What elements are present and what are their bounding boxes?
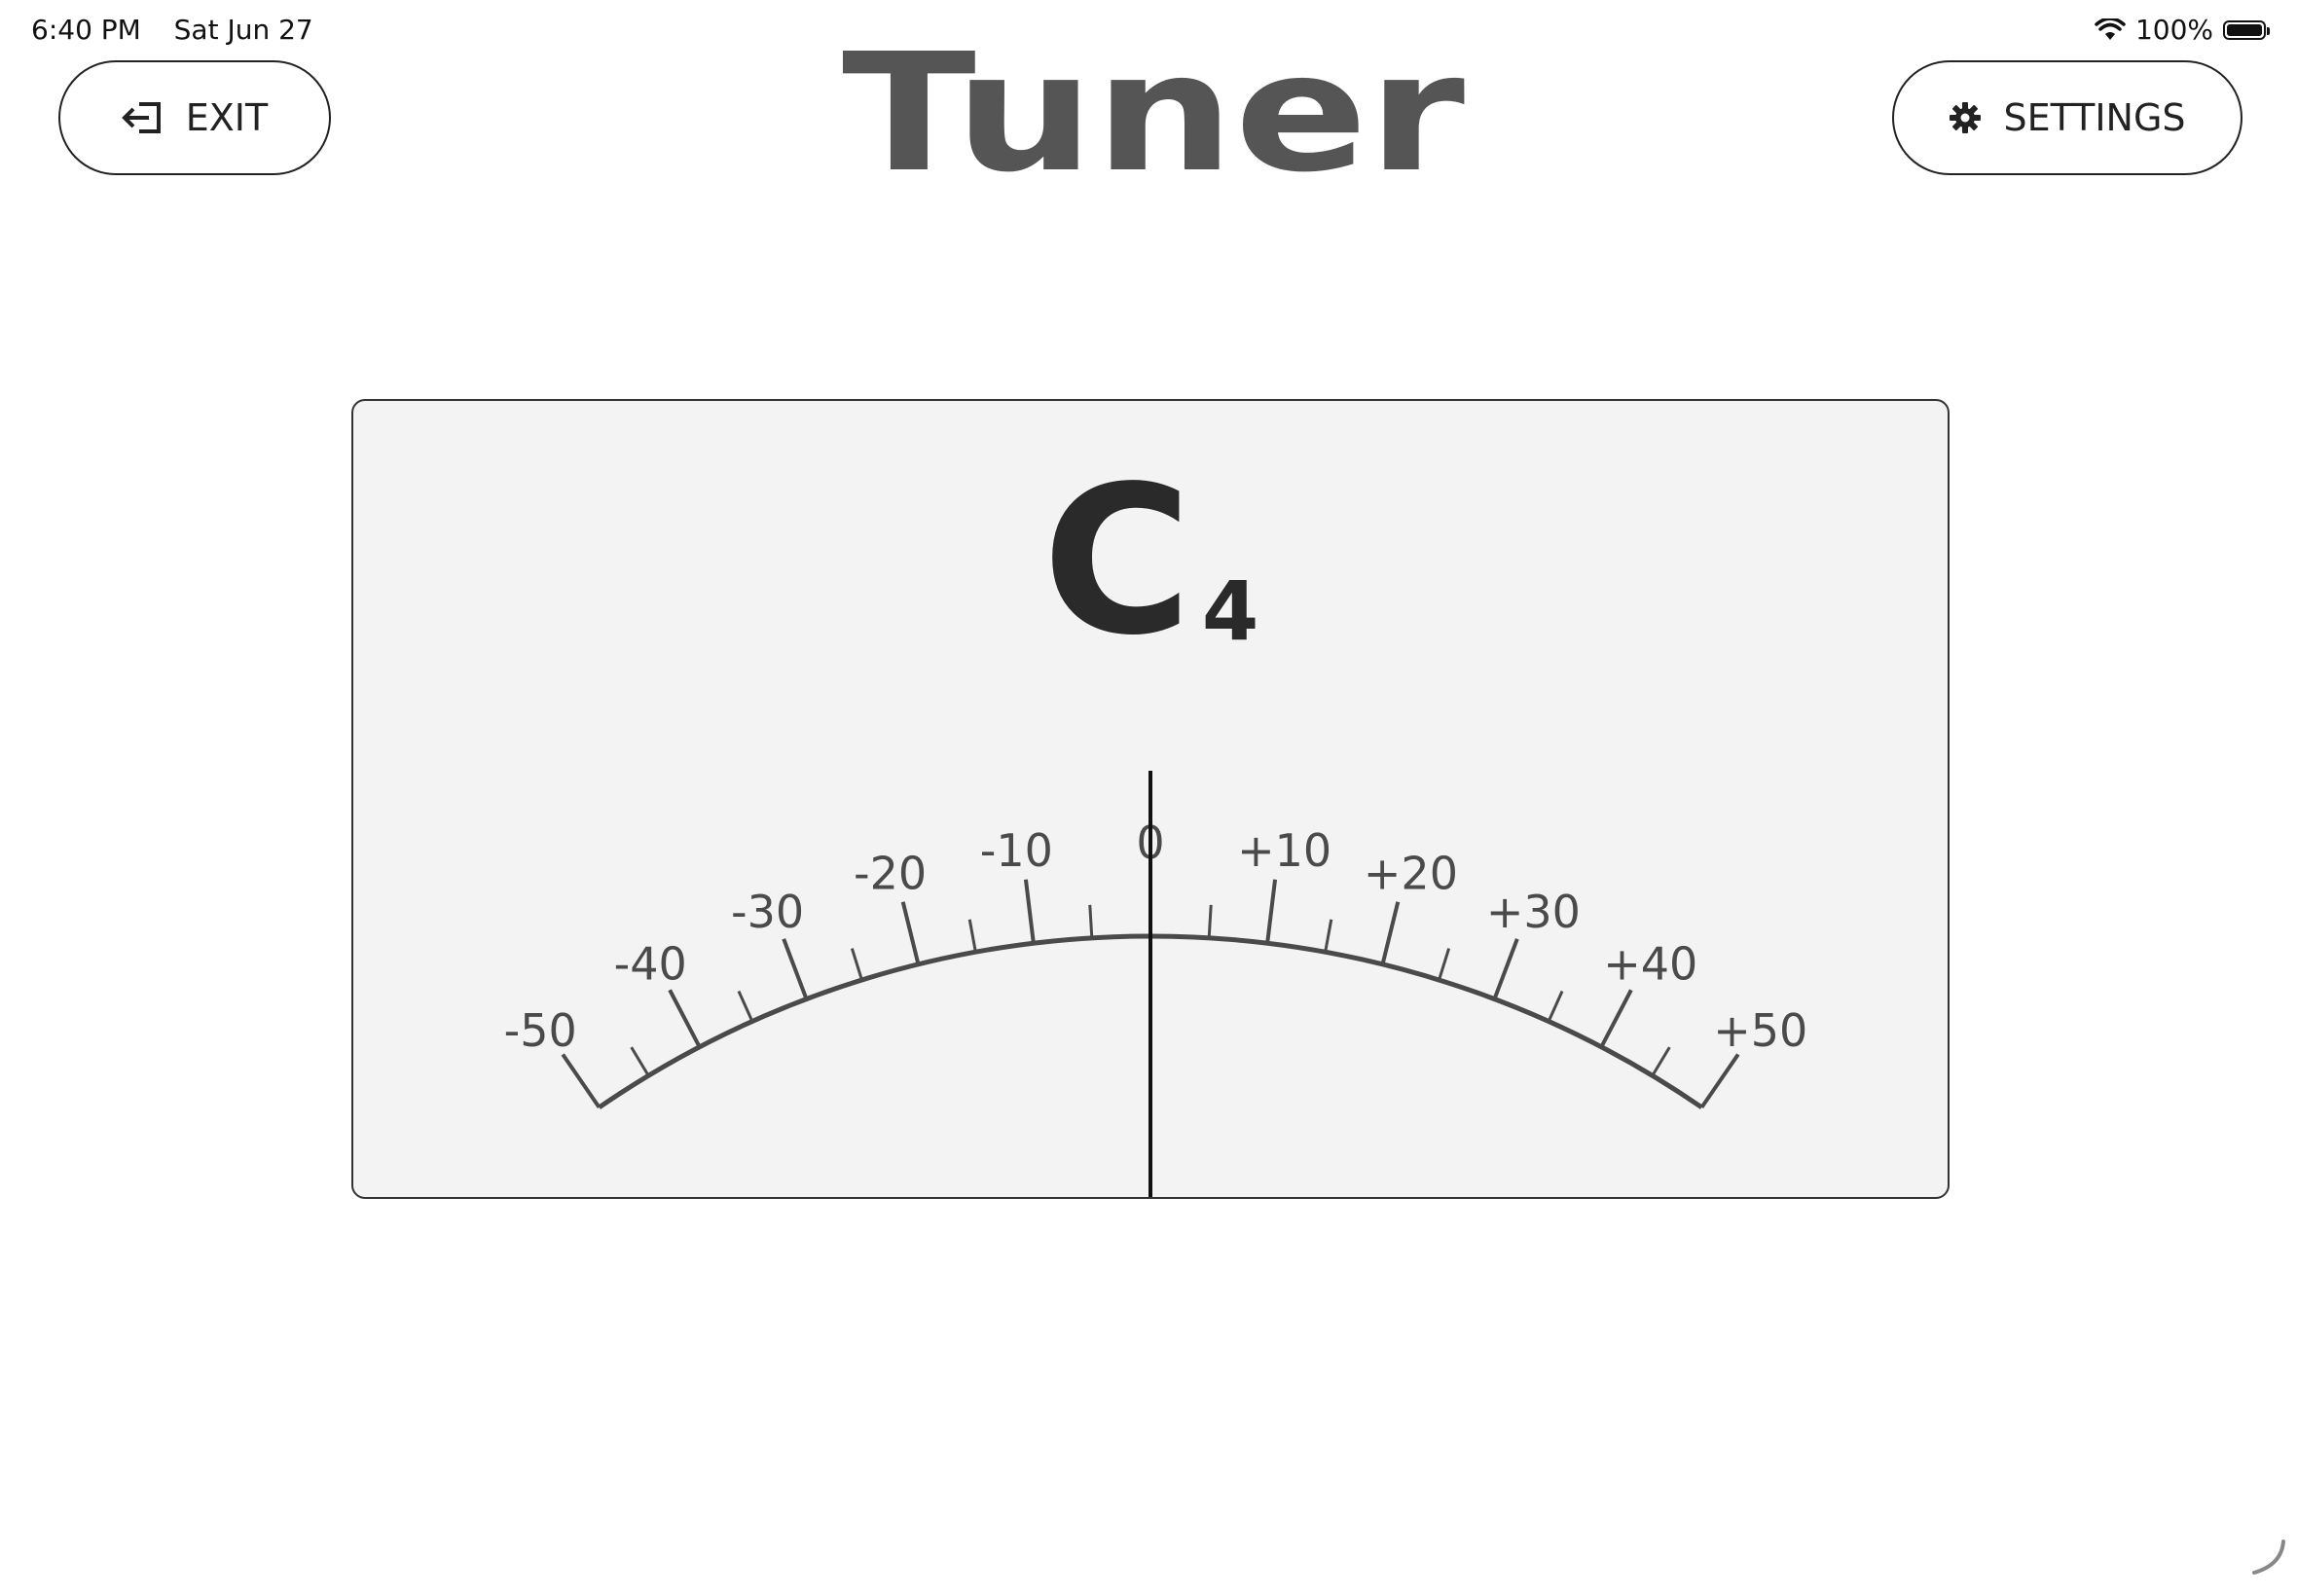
gauge-minor-tick (1088, 904, 1094, 938)
battery-icon (2223, 19, 2270, 40)
gauge-major-tick (1023, 879, 1036, 944)
gauge-label: -20 (854, 848, 927, 900)
gauge-minor-tick (1207, 904, 1213, 938)
loading-spinner-icon (2252, 1540, 2285, 1575)
exit-icon (121, 102, 161, 133)
gauge-major-tick (668, 989, 702, 1048)
gauge-major-tick (1265, 879, 1278, 944)
gauge-label: +20 (1364, 848, 1458, 900)
status-indicators: 100% (2095, 14, 2270, 46)
app-title: Tuner (842, 51, 1465, 177)
gauge-label: -50 (504, 1004, 577, 1057)
exit-label: EXIT (185, 96, 269, 139)
battery-percent: 100% (2134, 14, 2213, 46)
status-date: Sat Jun 27 (173, 14, 313, 46)
app-title-text: Tuner (842, 51, 1465, 177)
gauge-major-tick (782, 938, 809, 1000)
tuner-panel: C 4 -50-40-30-20-100+10+20+30+40+50 (351, 399, 1950, 1199)
gauge-minor-tick (737, 990, 754, 1023)
gauge-major-tick (1599, 989, 1633, 1048)
settings-button[interactable]: SETTINGS (1892, 60, 2242, 175)
settings-label: SETTINGS (2003, 96, 2186, 139)
status-time-date: 6:40 PM Sat Jun 27 (31, 14, 313, 46)
gauge-label: +50 (1713, 1004, 1807, 1057)
gauge-major-tick (1492, 938, 1519, 1000)
gauge-label: +30 (1486, 886, 1581, 938)
gauge-major-tick (900, 901, 921, 965)
gauge-minor-tick (1438, 948, 1451, 981)
gauge-label: -10 (980, 824, 1053, 877)
wifi-icon (2095, 18, 2126, 40)
gauge-minor-tick (630, 1046, 650, 1077)
gauge-major-tick (561, 1053, 602, 1109)
gauge-label: +10 (1237, 824, 1331, 877)
gauge-minor-tick (967, 919, 977, 953)
gauge-major-tick (1380, 901, 1401, 965)
status-time: 6:40 PM (31, 14, 141, 46)
gauge-minor-tick (1547, 990, 1564, 1023)
gauge-minor-tick (1651, 1046, 1671, 1077)
gauge-label: -40 (614, 938, 687, 991)
status-bar: 6:40 PM Sat Jun 27 100% (0, 0, 2297, 58)
gauge-minor-tick (1324, 919, 1333, 953)
gauge-label: +40 (1603, 938, 1697, 991)
cents-gauge: -50-40-30-20-100+10+20+30+40+50 (504, 771, 1807, 1197)
exit-button[interactable]: EXIT (58, 60, 331, 175)
gauge-label: -30 (731, 886, 804, 938)
gear-icon (1950, 102, 1982, 133)
gauge-minor-tick (850, 948, 863, 981)
gauge-major-tick (1699, 1053, 1740, 1109)
